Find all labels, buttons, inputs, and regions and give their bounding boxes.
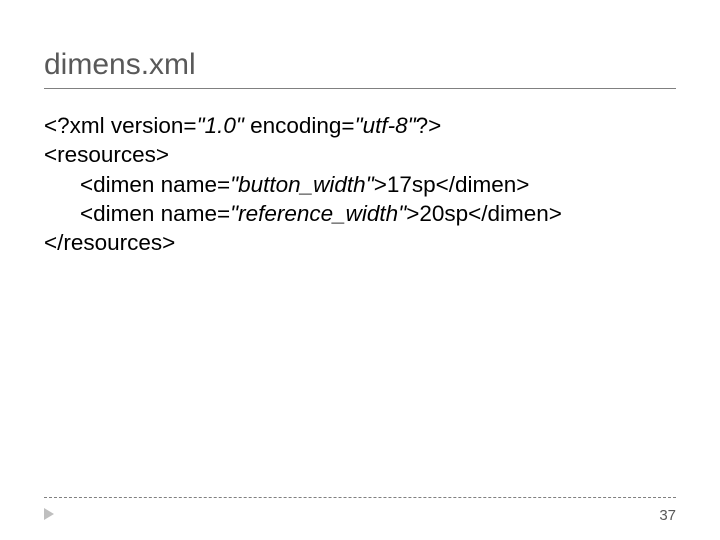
code-text: ?> <box>416 113 442 138</box>
page-number: 37 <box>659 507 676 524</box>
slide: dimens.xml <?xml version="1.0" encoding=… <box>0 0 720 540</box>
code-text: >20sp</dimen> <box>406 201 562 226</box>
code-line-1: <?xml version="1.0" encoding="utf-8"?> <box>44 111 676 140</box>
slide-title: dimens.xml <box>44 48 676 82</box>
code-line-4: <dimen name="reference_width">20sp</dime… <box>80 199 676 228</box>
code-text: >17sp</dimen> <box>374 172 530 197</box>
code-text-italic: "button_width" <box>230 172 374 197</box>
code-text: <dimen name= <box>80 201 230 226</box>
code-text-italic: "1.0" <box>197 113 244 138</box>
code-text: <?xml version= <box>44 113 197 138</box>
code-line-5: </resources> <box>44 228 676 257</box>
code-text-italic: "reference_width" <box>230 201 406 226</box>
code-line-3: <dimen name="button_width">17sp</dimen> <box>80 170 676 199</box>
title-rule <box>44 88 676 89</box>
code-text: encoding= <box>244 113 355 138</box>
code-line-2: <resources> <box>44 140 676 169</box>
bottom-divider <box>44 497 676 498</box>
code-text-italic: "utf-8" <box>355 113 416 138</box>
triangle-bullet-icon <box>44 508 54 520</box>
code-block: <?xml version="1.0" encoding="utf-8"?> <… <box>44 111 676 257</box>
code-text: <dimen name= <box>80 172 230 197</box>
